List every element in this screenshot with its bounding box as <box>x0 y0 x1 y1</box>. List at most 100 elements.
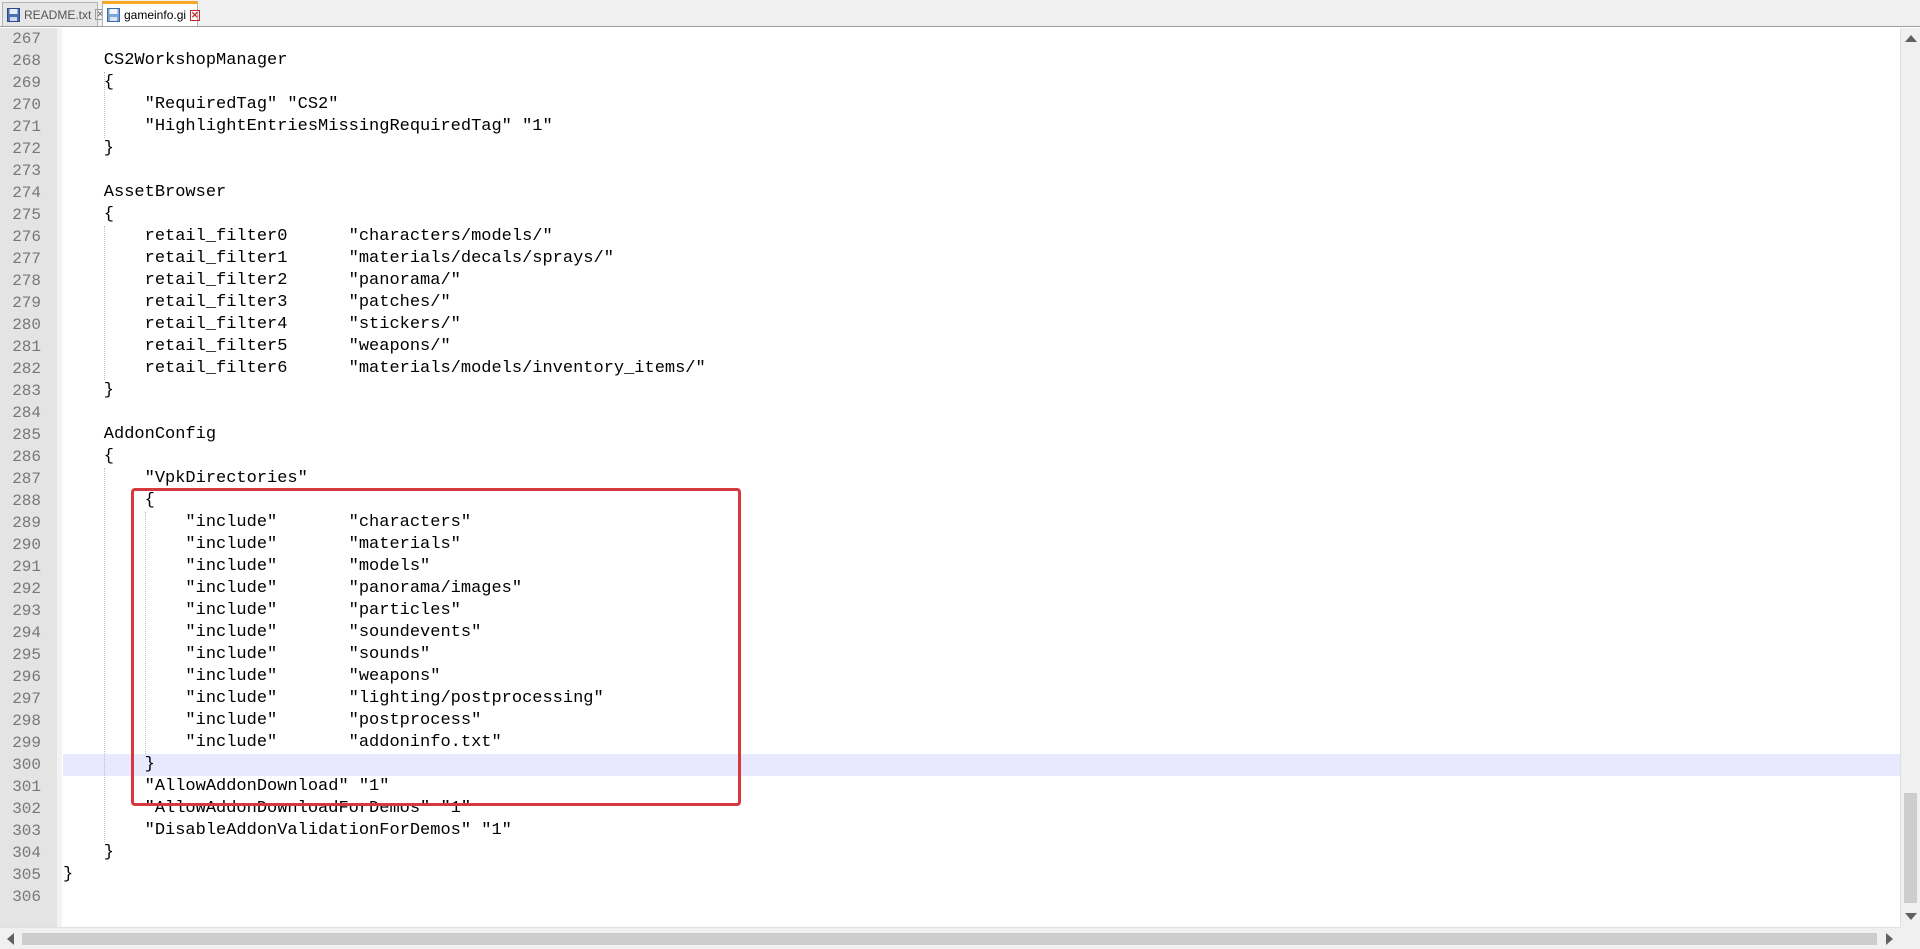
line-number: 297 <box>12 690 41 708</box>
line-text[interactable]: retail_filter2 "panorama/" <box>63 270 1900 292</box>
horizontal-scroll-thumb[interactable] <box>22 933 1877 945</box>
line-text[interactable]: "DisableAddonValidationForDemos" "1" <box>63 820 1900 842</box>
code-line[interactable]: 271 "HighlightEntriesMissingRequiredTag"… <box>0 116 1900 138</box>
indent-guide <box>103 226 105 380</box>
line-text[interactable]: retail_filter4 "stickers/" <box>63 314 1900 336</box>
scrollbar-corner <box>1900 927 1920 949</box>
code-line[interactable]: 282 retail_filter6 "materials/models/inv… <box>0 358 1900 380</box>
code-line[interactable]: 272 } <box>0 138 1900 160</box>
line-text[interactable]: { <box>63 446 1900 468</box>
line-number: 304 <box>12 844 41 862</box>
line-text[interactable] <box>63 402 1900 424</box>
code-line[interactable]: 303 "DisableAddonValidationForDemos" "1" <box>0 820 1900 842</box>
line-number: 285 <box>12 426 41 444</box>
annotation-highlight-box <box>131 488 741 806</box>
line-number: 280 <box>12 316 41 334</box>
line-number: 284 <box>12 404 41 422</box>
line-number: 300 <box>12 756 41 774</box>
line-number: 296 <box>12 668 41 686</box>
line-text[interactable]: "HighlightEntriesMissingRequiredTag" "1" <box>63 116 1900 138</box>
tab-label: gameinfo.gi <box>124 8 187 22</box>
code-line[interactable]: 269 { <box>0 72 1900 94</box>
code-line[interactable]: 304 } <box>0 842 1900 864</box>
line-number: 301 <box>12 778 41 796</box>
code-line[interactable]: 280 retail_filter4 "stickers/" <box>0 314 1900 336</box>
line-text[interactable]: retail_filter1 "materials/decals/sprays/… <box>63 248 1900 270</box>
line-number: 291 <box>12 558 41 576</box>
line-number: 294 <box>12 624 41 642</box>
code-line[interactable]: 284 <box>0 402 1900 424</box>
line-number: 276 <box>12 228 41 246</box>
line-number: 289 <box>12 514 41 532</box>
floppy-disk-icon <box>107 8 120 22</box>
line-number: 282 <box>12 360 41 378</box>
line-text[interactable]: retail_filter3 "patches/" <box>63 292 1900 314</box>
line-number: 278 <box>12 272 41 290</box>
line-number: 286 <box>12 448 41 466</box>
line-text[interactable]: { <box>63 204 1900 226</box>
code-line[interactable]: 283 } <box>0 380 1900 402</box>
tab-bar: README.txt ✕ gameinfo.gi ✕ <box>0 0 1920 27</box>
line-text[interactable]: retail_filter5 "weapons/" <box>63 336 1900 358</box>
line-text[interactable]: AddonConfig <box>63 424 1900 446</box>
code-line[interactable]: 274 AssetBrowser <box>0 182 1900 204</box>
line-text[interactable]: retail_filter0 "characters/models/" <box>63 226 1900 248</box>
tab-readme[interactable]: README.txt ✕ <box>2 2 105 26</box>
code-line[interactable]: 286 { <box>0 446 1900 468</box>
line-number: 293 <box>12 602 41 620</box>
close-icon[interactable]: ✕ <box>190 9 200 21</box>
line-number: 281 <box>12 338 41 356</box>
code-line[interactable]: 276 retail_filter0 "characters/models/" <box>0 226 1900 248</box>
line-number: 288 <box>12 492 41 510</box>
line-number: 268 <box>12 52 41 70</box>
code-line[interactable]: 306 <box>0 886 1900 908</box>
line-text[interactable]: AssetBrowser <box>63 182 1900 204</box>
code-line[interactable]: 268 CS2WorkshopManager <box>0 50 1900 72</box>
line-number: 306 <box>12 888 41 906</box>
horizontal-scrollbar[interactable] <box>0 927 1900 949</box>
line-text[interactable] <box>63 160 1900 182</box>
line-text[interactable]: "RequiredTag" "CS2" <box>63 94 1900 116</box>
scroll-up-arrow-icon[interactable] <box>1905 35 1917 42</box>
code-line[interactable]: 281 retail_filter5 "weapons/" <box>0 336 1900 358</box>
line-text[interactable]: CS2WorkshopManager <box>63 50 1900 72</box>
line-number: 275 <box>12 206 41 224</box>
code-line[interactable]: 279 retail_filter3 "patches/" <box>0 292 1900 314</box>
text-editor[interactable]: 267 268 CS2WorkshopManager 269 {270 "Requi… <box>0 28 1900 927</box>
scroll-right-arrow-icon[interactable] <box>1886 933 1893 945</box>
code-line[interactable]: 273 <box>0 160 1900 182</box>
line-number: 267 <box>12 30 41 48</box>
vertical-scroll-thumb[interactable] <box>1904 793 1917 903</box>
tab-gameinfo[interactable]: gameinfo.gi ✕ <box>102 1 200 26</box>
scroll-down-arrow-icon[interactable] <box>1905 913 1917 920</box>
floppy-disk-icon <box>7 7 20 22</box>
code-line[interactable]: 277 retail_filter1 "materials/decals/spr… <box>0 248 1900 270</box>
line-text[interactable] <box>63 886 1900 908</box>
indent-guide <box>103 72 105 138</box>
line-number: 277 <box>12 250 41 268</box>
code-line[interactable]: 285 AddonConfig <box>0 424 1900 446</box>
line-number: 279 <box>12 294 41 312</box>
code-line[interactable]: 270 "RequiredTag" "CS2" <box>0 94 1900 116</box>
line-text[interactable]: "VpkDirectories" <box>63 468 1900 490</box>
line-text[interactable]: } <box>63 138 1900 160</box>
line-text[interactable]: } <box>63 380 1900 402</box>
line-text[interactable]: } <box>63 842 1900 864</box>
line-text[interactable]: { <box>63 72 1900 94</box>
line-number: 298 <box>12 712 41 730</box>
code-line[interactable]: 267 <box>0 28 1900 50</box>
code-line[interactable]: 305} <box>0 864 1900 886</box>
line-number: 292 <box>12 580 41 598</box>
code-line[interactable]: 275 { <box>0 204 1900 226</box>
line-number: 283 <box>12 382 41 400</box>
vertical-scrollbar[interactable] <box>1900 28 1920 927</box>
line-text[interactable]: retail_filter6 "materials/models/invento… <box>63 358 1900 380</box>
code-line[interactable]: 287 "VpkDirectories" <box>0 468 1900 490</box>
line-number: 269 <box>12 74 41 92</box>
line-number: 302 <box>12 800 41 818</box>
line-text[interactable] <box>63 28 1900 50</box>
line-number: 273 <box>12 162 41 180</box>
line-text[interactable]: } <box>63 864 1900 886</box>
code-line[interactable]: 278 retail_filter2 "panorama/" <box>0 270 1900 292</box>
scroll-left-arrow-icon[interactable] <box>7 933 14 945</box>
